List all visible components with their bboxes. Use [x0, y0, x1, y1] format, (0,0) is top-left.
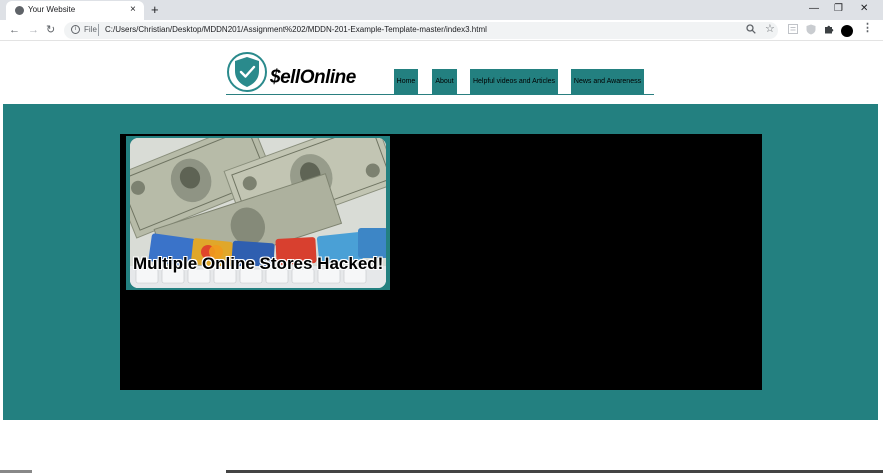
nav-home[interactable]: Home [394, 69, 418, 95]
news-card-headline[interactable]: Multiple Online Stores Hacked! [133, 254, 383, 274]
address-separator [98, 24, 99, 36]
extensions-puzzle-icon[interactable] [824, 24, 834, 38]
address-bar[interactable]: i File C:/Users/Christian/Desktop/MDDN20… [64, 22, 778, 39]
browser-tab-strip: Your Website × + — ❐ ✕ [0, 0, 883, 20]
address-scheme-label: File [84, 25, 97, 34]
nav-helpful-videos[interactable]: Helpful videos and Articles [470, 69, 558, 95]
tab-close-icon[interactable]: × [130, 4, 136, 16]
browser-toolbar: ← → ↻ i File C:/Users/Christian/Desktop/… [0, 20, 883, 41]
back-icon[interactable]: ← [9, 23, 20, 37]
nav-about[interactable]: About [432, 69, 457, 95]
close-window-button[interactable]: ✕ [860, 2, 868, 16]
profile-avatar[interactable] [841, 25, 853, 37]
minimize-button[interactable]: — [809, 2, 819, 16]
menu-kebab-icon[interactable]: ⋮ [862, 22, 873, 35]
logo-shield-icon[interactable] [227, 52, 268, 92]
restore-button[interactable]: ❐ [834, 2, 843, 16]
address-url[interactable]: C:/Users/Christian/Desktop/MDDN201/Assig… [105, 25, 487, 34]
zoom-icon[interactable] [746, 24, 756, 38]
star-icon[interactable]: ☆ [765, 23, 775, 36]
site-logo-text[interactable]: $ellOnline [270, 67, 356, 89]
reload-icon[interactable]: ↻ [46, 23, 55, 37]
new-tab-button[interactable]: + [151, 2, 159, 17]
nav-news-awareness[interactable]: News and Awareness [571, 69, 644, 95]
info-icon[interactable]: i [71, 25, 80, 34]
forward-icon[interactable]: → [28, 23, 39, 37]
globe-icon [15, 6, 24, 15]
browser-tab[interactable]: Your Website × [6, 1, 144, 20]
tab-title: Your Website [28, 5, 76, 14]
reading-list-icon[interactable] [788, 24, 798, 38]
shield-extension-icon[interactable] [806, 24, 816, 39]
